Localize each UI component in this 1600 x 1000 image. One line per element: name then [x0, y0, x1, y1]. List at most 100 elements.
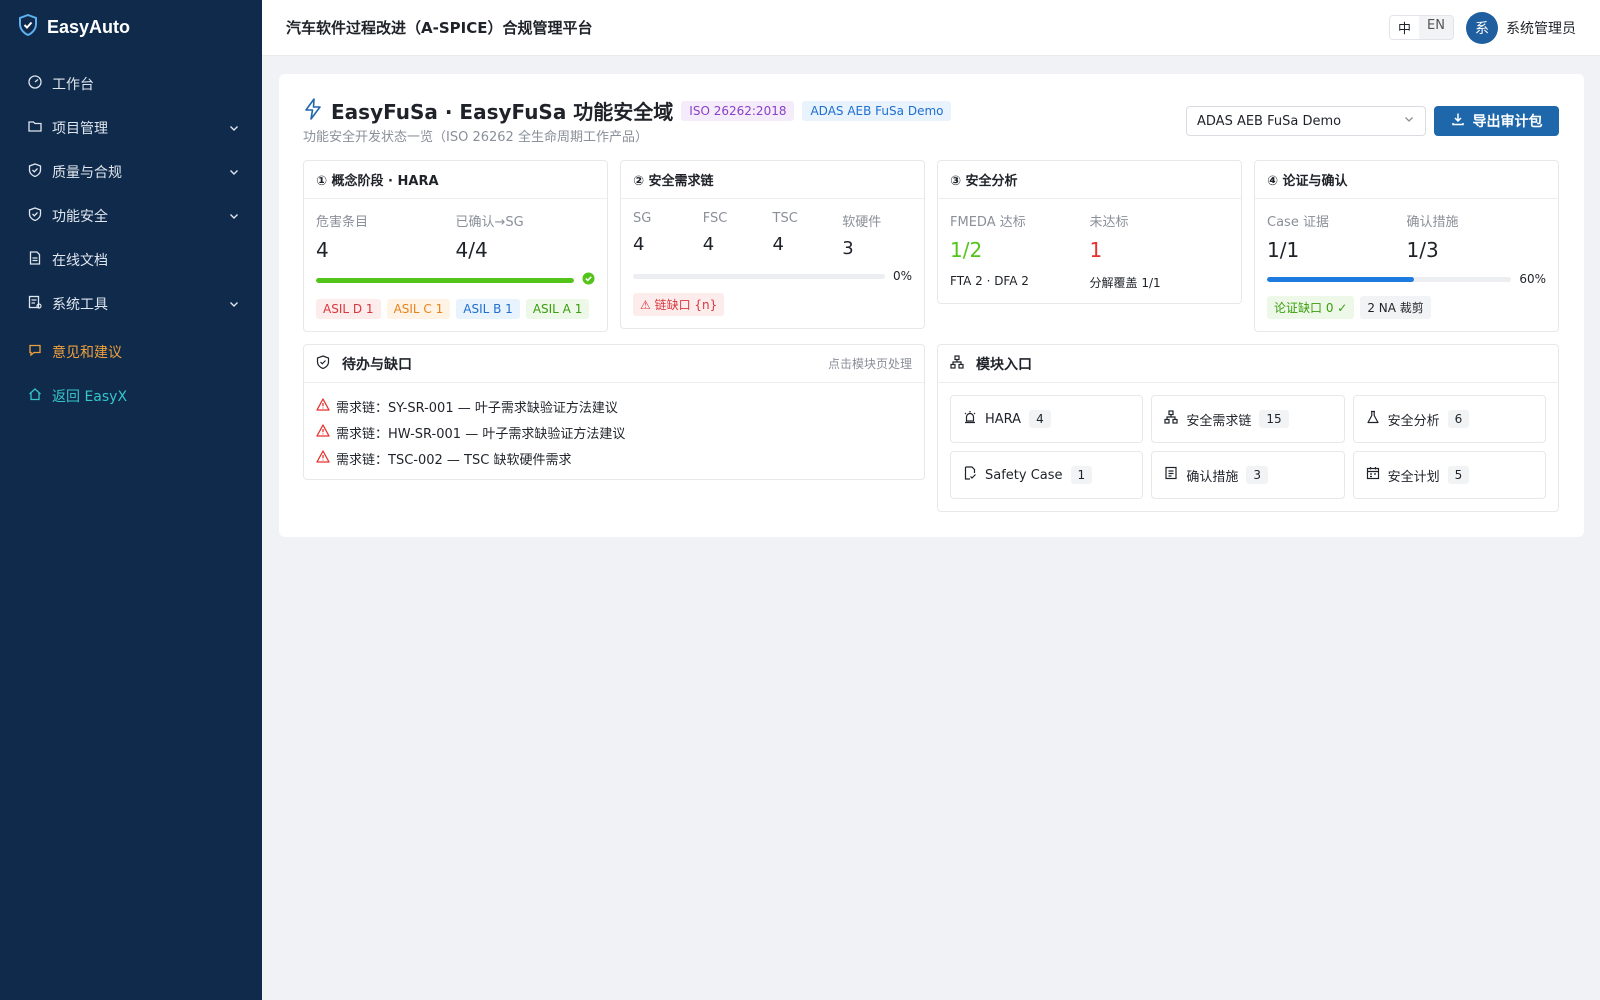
- sidebar-item-label: 功能安全: [52, 209, 108, 225]
- logo-shield-icon: [18, 13, 38, 40]
- stage-title: ③ 安全分析: [938, 161, 1241, 199]
- todo-item[interactable]: 需求链：SY-SR-001 — 叶子需求缺验证方法建议: [316, 393, 912, 419]
- sidebar: EasyAuto 工作台 项目管理 质量与合规 功能安全 在线文档 系统工具 意…: [0, 0, 262, 1000]
- metric-label: 确认措施: [1406, 215, 1459, 230]
- stage-title: ② 安全需求链: [621, 161, 924, 199]
- export-label: 导出审计包: [1472, 114, 1543, 130]
- checklist-icon: [1164, 466, 1178, 484]
- metric-value: 4: [702, 234, 715, 255]
- module-label: 安全计划: [1387, 469, 1440, 485]
- page-subtitle: 功能安全开发状态一览（ISO 26262 全生命周期工作产品）: [303, 130, 648, 145]
- module-label: Safety Case: [985, 467, 1063, 483]
- brand[interactable]: EasyAuto: [0, 0, 262, 54]
- module-safety-case[interactable]: Safety Case 1: [950, 451, 1144, 499]
- todo-text: 需求链：HW-SR-001 — 叶子需求缺验证方法建议: [336, 426, 626, 442]
- module-requirement-chain[interactable]: 安全需求链 15: [1151, 395, 1345, 443]
- module-count: 4: [1029, 410, 1051, 428]
- module-title: 模块入口: [976, 356, 1032, 373]
- metric-value: 4/4: [455, 238, 488, 262]
- top-header: 汽车软件过程改进（A-SPICE）合规管理平台 中 EN 系 系统管理员: [262, 0, 1600, 56]
- argument-progress-bar: [1267, 276, 1512, 282]
- metric-value: 1/1: [1267, 238, 1300, 262]
- asil-a-chip: ASIL A 1: [525, 299, 590, 319]
- sidebar-item-projects[interactable]: 项目管理: [0, 106, 262, 150]
- module-label: 安全分析: [1387, 413, 1440, 429]
- chain-gap-chip: ⚠ 链缺口 {n}: [633, 293, 725, 316]
- sidebar-item-quality[interactable]: 质量与合规: [0, 150, 262, 194]
- user-name[interactable]: 系统管理员: [1506, 18, 1576, 38]
- progress-text: 60%: [1519, 272, 1546, 286]
- export-audit-button[interactable]: 导出审计包: [1434, 106, 1559, 136]
- chevron-down-icon: [1403, 113, 1415, 129]
- module-label: 安全需求链: [1186, 413, 1252, 429]
- calendar-icon: [1366, 466, 1380, 484]
- project-select[interactable]: ADAS AEB FuSa Demo: [1186, 106, 1426, 136]
- shield-check-icon: [316, 354, 330, 373]
- sidebar-item-label: 工作台: [52, 77, 94, 93]
- module-count: 1: [1070, 466, 1093, 484]
- document-icon: [28, 251, 42, 269]
- sidebar-item-back[interactable]: 返回 EasyX: [0, 374, 262, 418]
- todo-item[interactable]: 需求链：TSC-002 — TSC 缺软硬件需求: [316, 445, 912, 471]
- module-hara[interactable]: HARA 4: [950, 395, 1144, 443]
- shield-check-icon: [28, 207, 42, 225]
- module-safety-plan[interactable]: 安全计划 5: [1352, 451, 1546, 499]
- sidebar-item-label: 项目管理: [52, 121, 108, 137]
- sidebar-item-label: 意见和建议: [52, 345, 122, 361]
- hara-progress-bar: [316, 278, 574, 283]
- metric-label: 危害条目: [316, 215, 369, 230]
- check-circle-icon: [582, 272, 595, 289]
- chevron-down-icon: [228, 298, 240, 310]
- lightning-icon: [303, 97, 323, 124]
- metric-value: 4: [633, 234, 645, 255]
- stage-card-analysis[interactable]: ③ 安全分析 FMEDA 达标 1/2 未达标 1 FTA 2 · DFA 2 …: [937, 160, 1242, 304]
- main-card: EasyFuSa · EasyFuSa 功能安全域 ISO 26262:2018…: [279, 74, 1584, 537]
- asil-d-chip: ASIL D 1: [316, 299, 381, 319]
- sidebar-item-feedback[interactable]: 意见和建议: [0, 330, 262, 374]
- requirements-progress-bar: [633, 273, 885, 279]
- metric-label: FSC: [702, 211, 728, 226]
- hierarchy-icon: [950, 354, 964, 373]
- sidebar-item-tools[interactable]: 系统工具: [0, 282, 262, 326]
- todo-hint: 点击模块页处理: [827, 357, 912, 371]
- warning-icon: [316, 449, 330, 467]
- todo-panel: 待办与缺口 点击模块页处理 需求链：SY-SR-001 — 叶子需求缺验证方法建…: [303, 344, 925, 480]
- na-tailoring-chip: 2 NA 裁剪: [1360, 296, 1431, 319]
- page-title: EasyFuSa · EasyFuSa 功能安全域: [331, 100, 674, 124]
- lang-zh-button[interactable]: 中: [1390, 16, 1420, 39]
- hierarchy-icon: [1164, 410, 1178, 428]
- sidebar-item-workbench[interactable]: 工作台: [0, 62, 262, 106]
- metric-value: 4: [772, 234, 784, 255]
- metric-label: SG: [633, 211, 652, 226]
- decomposition-text: 分解覆盖 1/1: [1089, 276, 1161, 290]
- alarm-icon: [963, 410, 977, 428]
- module-confirmation[interactable]: 确认措施 3: [1151, 451, 1345, 499]
- sidebar-item-label: 质量与合规: [52, 165, 122, 181]
- module-safety-analysis[interactable]: 安全分析 6: [1352, 395, 1546, 443]
- flask-icon: [1366, 410, 1380, 428]
- chevron-down-icon: [228, 122, 240, 134]
- stage-card-argument[interactable]: ④ 论证与确认 Case 证据 1/1 确认措施 1/3 60% 论证缺口 0 …: [1254, 160, 1559, 332]
- metric-value: 1: [1089, 238, 1103, 262]
- todo-item[interactable]: 需求链：HW-SR-001 — 叶子需求缺验证方法建议: [316, 419, 912, 445]
- module-count: 6: [1447, 410, 1470, 428]
- metric-value: 1/2: [950, 238, 983, 262]
- stage-card-hara[interactable]: ① 概念阶段 · HARA 危害条目 4 已确认→SG 4/4 ASIL D 1…: [303, 160, 608, 332]
- folder-icon: [28, 119, 42, 137]
- title-row: EasyFuSa · EasyFuSa 功能安全域 ISO 26262:2018…: [303, 96, 952, 125]
- header-title: 汽车软件过程改进（A-SPICE）合规管理平台: [286, 19, 593, 37]
- download-icon: [1451, 112, 1465, 130]
- progress-text: 0%: [892, 269, 912, 283]
- sidebar-item-label: 返回 EasyX: [52, 389, 128, 405]
- module-label: 确认措施: [1186, 469, 1239, 485]
- sidebar-item-docs[interactable]: 在线文档: [0, 238, 262, 282]
- progress-fill: [1267, 276, 1414, 282]
- todo-list: 需求链：SY-SR-001 — 叶子需求缺验证方法建议 需求链：HW-SR-00…: [304, 383, 924, 481]
- asil-c-chip: ASIL C 1: [386, 299, 451, 319]
- sidebar-item-functional-safety[interactable]: 功能安全: [0, 194, 262, 238]
- todo-text: 需求链：TSC-002 — TSC 缺软硬件需求: [336, 452, 572, 468]
- stage-title: ④ 论证与确认: [1255, 161, 1558, 199]
- lang-en-button[interactable]: EN: [1419, 16, 1453, 39]
- stage-card-requirements[interactable]: ② 安全需求链 SG 4 FSC 4 TSC 4 软硬件 3 0% ⚠ 链缺口 {n}: [620, 160, 925, 329]
- avatar[interactable]: 系: [1466, 11, 1498, 44]
